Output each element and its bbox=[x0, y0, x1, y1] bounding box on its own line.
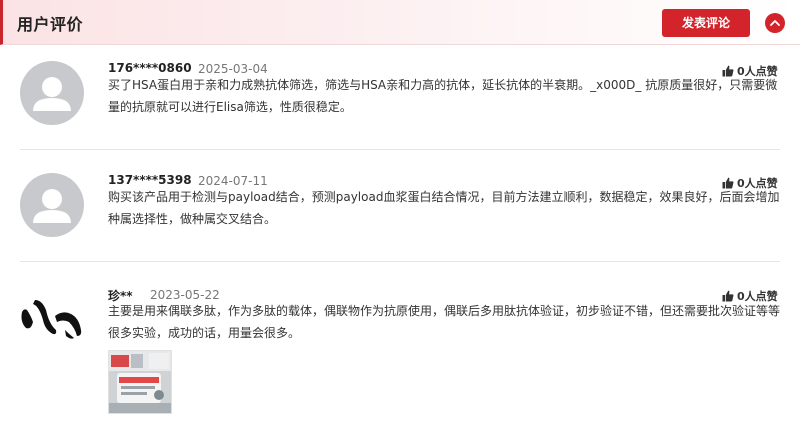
review-photo[interactable] bbox=[108, 350, 172, 414]
review-item: 珍** 2023-05-22 0人点赞 主要是用来偶联多肽，作为多肽的载体，偶联… bbox=[0, 0, 800, 441]
review-content: 主要是用来偶联多肽，作为多肽的载体，偶联物作为抗原使用，偶联后多用肽抗体验证，初… bbox=[108, 304, 781, 340]
brush-stroke-avatar bbox=[21, 300, 82, 339]
